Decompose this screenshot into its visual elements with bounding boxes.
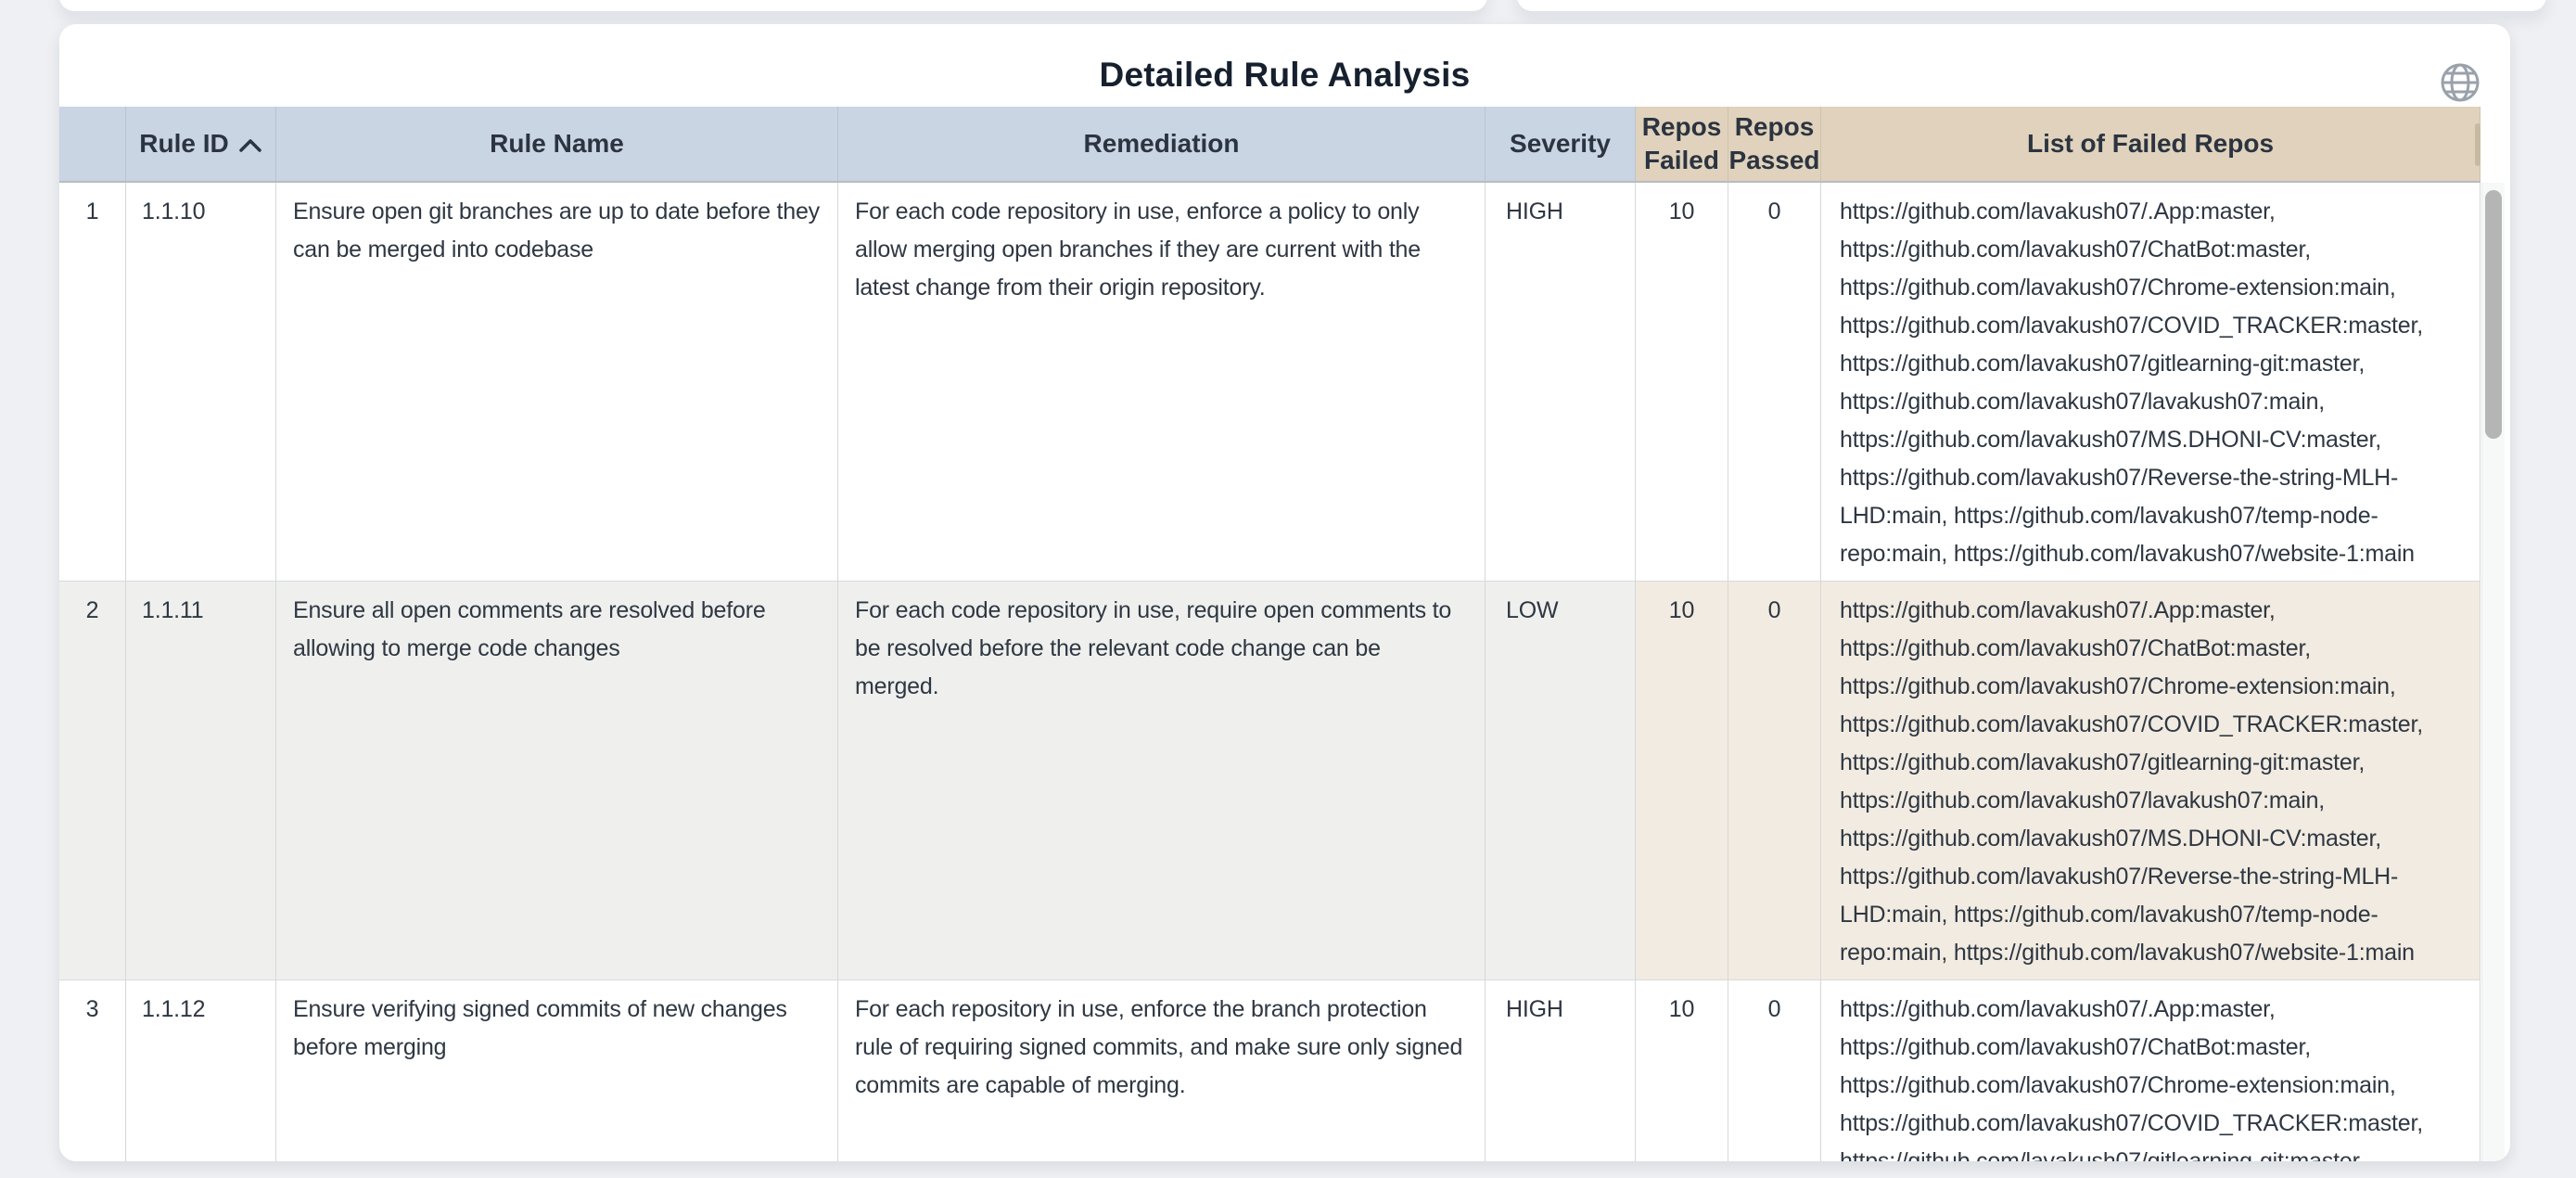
repos-passed-cell: 0 — [1728, 582, 1821, 980]
failed-repos-list-cell: https://github.com/lavakush07/.App:maste… — [1821, 183, 2480, 582]
table-row: 1 1.1.10 Ensure open git branches are up… — [59, 183, 2480, 582]
failed-repos-list-cell: https://github.com/lavakush07/.App:maste… — [1821, 582, 2480, 980]
header-scroll-indicator — [2475, 123, 2480, 166]
card-above-right — [1517, 0, 2546, 11]
rule-name-cell: Ensure all open comments are resolved be… — [276, 582, 838, 980]
column-header-index — [59, 107, 126, 181]
remediation-cell: For each code repository in use, require… — [838, 582, 1486, 980]
row-index: 2 — [59, 582, 126, 980]
column-header-repos-passed[interactable]: Repos Passed — [1728, 107, 1821, 181]
column-header-rule-id-label: Rule ID — [139, 127, 228, 160]
severity-cell: HIGH — [1486, 980, 1636, 1161]
table-row: 3 1.1.12 Ensure verifying signed commits… — [59, 980, 2480, 1161]
column-header-severity[interactable]: Severity — [1486, 107, 1636, 181]
language-globe-button[interactable] — [2436, 59, 2484, 108]
severity-cell: LOW — [1486, 582, 1636, 980]
table-header-row: Rule ID Rule Name Remediation Severity R… — [59, 107, 2480, 183]
vertical-scrollbar-track[interactable] — [2481, 183, 2505, 1161]
column-header-remediation[interactable]: Remediation — [838, 107, 1486, 181]
column-header-repos-failed[interactable]: Repos Failed — [1636, 107, 1728, 181]
rule-id-cell: 1.1.10 — [126, 183, 276, 582]
column-header-failed-repos-list[interactable]: List of Failed Repos — [1821, 107, 2480, 181]
repos-failed-cell: 10 — [1636, 582, 1728, 980]
remediation-cell: For each repository in use, enforce the … — [838, 980, 1486, 1161]
card-above-left — [59, 0, 1487, 11]
table-row: 2 1.1.11 Ensure all open comments are re… — [59, 582, 2480, 980]
repos-passed-cell: 0 — [1728, 980, 1821, 1161]
rule-id-cell: 1.1.11 — [126, 582, 276, 980]
remediation-cell: For each code repository in use, enforce… — [838, 183, 1486, 582]
page-title: Detailed Rule Analysis — [59, 56, 2510, 95]
globe-icon — [2439, 61, 2481, 107]
rule-name-cell: Ensure verifying signed commits of new c… — [276, 980, 838, 1161]
row-index: 3 — [59, 980, 126, 1161]
repos-passed-cell: 0 — [1728, 183, 1821, 582]
severity-cell: HIGH — [1486, 183, 1636, 582]
rule-id-cell: 1.1.12 — [126, 980, 276, 1161]
vertical-scrollbar-thumb[interactable] — [2485, 190, 2502, 439]
rule-name-cell: Ensure open git branches are up to date … — [276, 183, 838, 582]
row-index: 1 — [59, 183, 126, 582]
repos-failed-cell: 10 — [1636, 980, 1728, 1161]
column-header-rule-name[interactable]: Rule Name — [276, 107, 838, 181]
rule-analysis-table: Rule ID Rule Name Remediation Severity R… — [59, 107, 2480, 1161]
detailed-rule-analysis-card: Detailed Rule Analysis Rule ID — [59, 24, 2510, 1161]
repos-failed-cell: 10 — [1636, 183, 1728, 582]
column-header-rule-id[interactable]: Rule ID — [126, 107, 276, 181]
sort-ascending-icon — [238, 129, 262, 162]
failed-repos-list-cell: https://github.com/lavakush07/.App:maste… — [1821, 980, 2480, 1161]
